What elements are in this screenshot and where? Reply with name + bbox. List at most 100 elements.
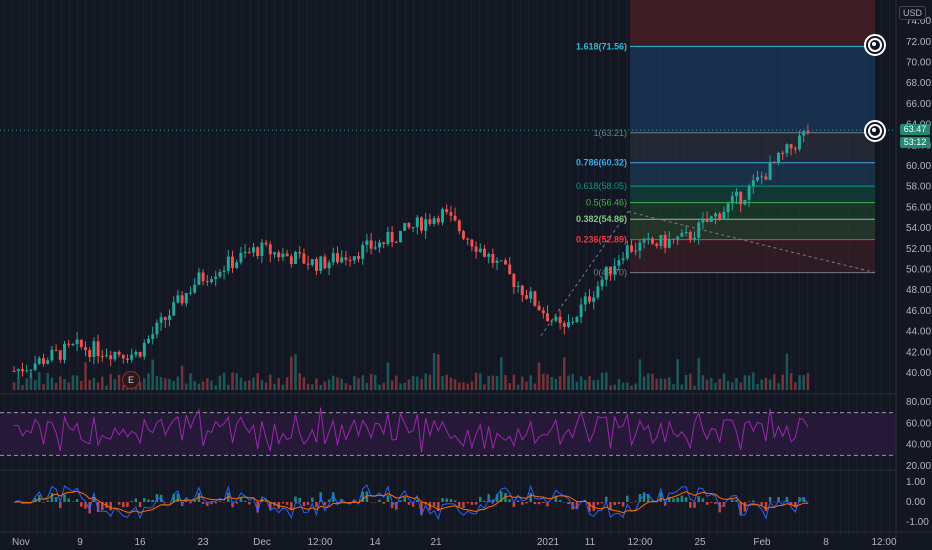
candle-body bbox=[264, 242, 268, 245]
volume-bar bbox=[21, 384, 24, 390]
candle-body bbox=[411, 227, 415, 229]
candle-body bbox=[743, 199, 747, 205]
volume-bar bbox=[651, 373, 654, 390]
price-tick-label: 48.00 bbox=[906, 285, 931, 296]
price-tick-label: 68.00 bbox=[906, 78, 931, 89]
macd-histogram-bar bbox=[151, 499, 154, 502]
price-tick-label: 56.00 bbox=[906, 202, 931, 213]
volume-bar bbox=[185, 383, 188, 390]
volume-bar bbox=[395, 375, 398, 390]
macd-histogram-bar bbox=[760, 502, 763, 506]
candle-body bbox=[642, 238, 646, 243]
volume-bar bbox=[302, 377, 306, 390]
price-tick-label: 58.00 bbox=[906, 182, 931, 193]
volume-bar bbox=[466, 383, 469, 390]
candle-body bbox=[466, 238, 470, 240]
candle-body bbox=[583, 296, 587, 305]
volume-bar bbox=[638, 359, 642, 390]
candle-body bbox=[659, 234, 663, 246]
candle-body bbox=[621, 258, 625, 261]
volume-bar bbox=[512, 374, 516, 390]
macd-histogram-bar bbox=[54, 497, 58, 502]
price-chart[interactable]: 1.618(71.56) 1(63.21) 0.786(60.32) 0.618(58… bbox=[0, 0, 932, 550]
volume-bar bbox=[38, 372, 41, 390]
candle-body bbox=[672, 238, 675, 240]
candle-body bbox=[781, 152, 785, 154]
candle-body bbox=[806, 131, 810, 133]
volume-bar bbox=[193, 381, 196, 390]
candle-body bbox=[100, 356, 104, 358]
volume-bar bbox=[294, 354, 297, 390]
candle-body bbox=[315, 259, 318, 271]
volume-bar bbox=[117, 374, 121, 390]
volume-bar bbox=[714, 382, 717, 390]
volume-bar bbox=[743, 375, 747, 390]
volume-bar bbox=[428, 374, 432, 390]
rsi-pane[interactable] bbox=[0, 393, 896, 456]
candle-body bbox=[92, 341, 96, 358]
macd-histogram-bar bbox=[122, 502, 125, 508]
candle-body bbox=[751, 180, 755, 187]
volume-bar bbox=[663, 378, 667, 390]
volume-bar bbox=[659, 378, 663, 390]
candle-body bbox=[520, 285, 524, 296]
macd-histogram-bar bbox=[600, 502, 604, 504]
volume-bar bbox=[710, 377, 713, 390]
volume-bar bbox=[416, 376, 419, 390]
candle-body bbox=[768, 161, 772, 180]
candle-body bbox=[130, 354, 134, 360]
volume-bar bbox=[365, 382, 369, 390]
candle-body bbox=[365, 240, 369, 245]
fib-zone bbox=[630, 239, 875, 273]
candle-body bbox=[134, 352, 138, 355]
macd-histogram-bar bbox=[432, 502, 436, 506]
currency-label[interactable]: USD bbox=[898, 6, 926, 20]
fib-anchor-handle-mid[interactable] bbox=[864, 120, 886, 142]
candle-body bbox=[655, 243, 659, 246]
macd-histogram-bar bbox=[290, 502, 293, 510]
volume-bar bbox=[575, 381, 579, 390]
candle-body bbox=[42, 358, 45, 364]
volume-bar bbox=[340, 379, 343, 390]
volume-bar bbox=[752, 372, 755, 390]
volume-bar bbox=[802, 375, 805, 390]
time-tick-label: 9 bbox=[77, 537, 83, 548]
volume-bar bbox=[403, 382, 406, 390]
fibonacci-extension[interactable]: 1.618(71.56) 1(63.21) 0.786(60.32) 0.618(58… bbox=[0, 0, 896, 337]
macd-tick-label: 1.00 bbox=[906, 477, 926, 488]
macd-pane[interactable] bbox=[0, 469, 896, 521]
macd-histogram-bar bbox=[386, 495, 390, 502]
volume-bar bbox=[626, 382, 629, 390]
candle-body bbox=[516, 285, 520, 288]
volume-bar bbox=[201, 381, 205, 390]
candle-body bbox=[508, 264, 512, 275]
volume-bar bbox=[655, 378, 658, 390]
volume-bar bbox=[54, 382, 58, 390]
time-tick-label: Feb bbox=[753, 537, 771, 548]
macd-histogram-bar bbox=[147, 499, 150, 502]
price-tick-label: 42.00 bbox=[906, 347, 931, 358]
candle-body bbox=[798, 135, 801, 150]
volume-bar bbox=[705, 379, 709, 390]
volume-bar bbox=[588, 376, 591, 390]
fib-anchor-handle-top[interactable] bbox=[864, 34, 886, 56]
volume-bar bbox=[12, 382, 16, 390]
candle-body bbox=[714, 213, 717, 217]
candle-body bbox=[588, 296, 591, 302]
volume-bar bbox=[298, 373, 301, 390]
volume-bar bbox=[197, 383, 201, 390]
volume-bar bbox=[42, 383, 45, 390]
price-tick-label: 66.00 bbox=[906, 99, 931, 110]
macd-histogram-bar bbox=[407, 502, 411, 505]
macd-histogram-bar bbox=[714, 502, 717, 504]
macd-histogram-bar bbox=[130, 500, 133, 502]
volume-bar bbox=[462, 382, 465, 390]
earnings-icon[interactable]: E bbox=[122, 371, 140, 389]
volume-bar bbox=[735, 377, 738, 390]
volume-bar bbox=[227, 384, 230, 390]
candle-body bbox=[453, 215, 457, 221]
volume-bar bbox=[243, 381, 247, 390]
candle-body bbox=[604, 266, 608, 280]
time-tick-label: 11 bbox=[585, 537, 596, 548]
candle-body bbox=[756, 177, 759, 181]
